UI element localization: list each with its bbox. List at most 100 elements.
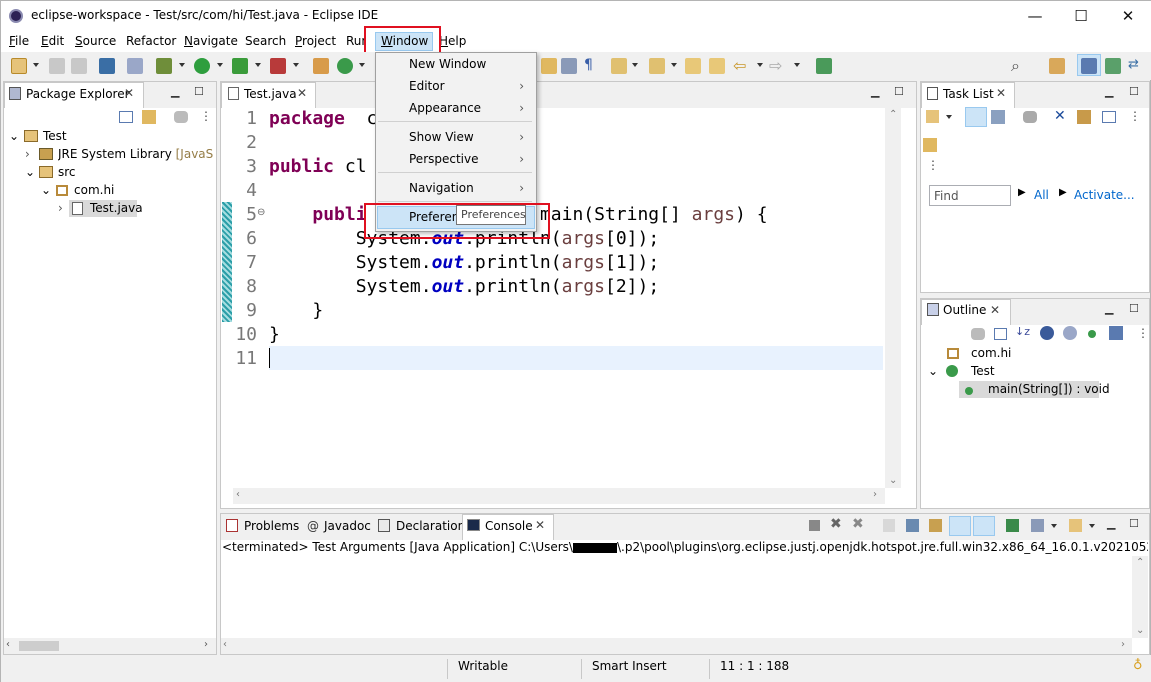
close-icon[interactable]: ✕: [990, 303, 1000, 317]
maximize-view-icon[interactable]: ☐: [1129, 85, 1139, 98]
close-icon[interactable]: ✕: [297, 86, 307, 100]
menu-refactor[interactable]: Refactor: [126, 34, 176, 48]
scroll-down-icon[interactable]: ⌄: [1136, 625, 1144, 636]
chevron-down-icon[interactable]: [33, 63, 39, 67]
tab-console[interactable]: Console: [485, 519, 533, 533]
tree-item-jre-library[interactable]: JRE System Library [JavaSE-16]: [58, 145, 214, 163]
minimize-view-icon[interactable]: ▁: [1105, 302, 1113, 315]
chevron-down-icon[interactable]: [359, 63, 365, 67]
word-wrap-icon[interactable]: [929, 519, 942, 532]
scroll-left-icon[interactable]: ‹: [236, 489, 240, 500]
menu-navigate[interactable]: Navigate: [184, 34, 238, 48]
hide-static-icon[interactable]: [1063, 326, 1077, 340]
scroll-right-icon[interactable]: ›: [873, 489, 877, 500]
status-insert-mode[interactable]: Smart Insert: [592, 659, 667, 673]
open-type-icon[interactable]: [541, 58, 557, 74]
collapse-all-icon[interactable]: [1102, 111, 1116, 123]
pin-editor-icon[interactable]: [816, 58, 832, 74]
scroll-left-icon[interactable]: ‹: [223, 639, 227, 650]
console-output[interactable]: [221, 556, 1131, 638]
outline-item-class[interactable]: Test: [971, 362, 995, 380]
git-perspective-icon[interactable]: ⇄: [1128, 57, 1139, 72]
coverage-icon[interactable]: [232, 58, 248, 74]
next-annotation-icon[interactable]: [611, 58, 627, 74]
new-icon[interactable]: [11, 58, 27, 74]
maximize-view-icon[interactable]: ☐: [194, 85, 204, 98]
last-edit-icon[interactable]: [685, 58, 701, 74]
view-menu-icon[interactable]: ⋮: [1129, 109, 1141, 123]
code-area[interactable]: 1 package c 2 3 public cl 4 5 publi main(Strin…: [223, 106, 885, 486]
scroll-right-icon[interactable]: ›: [1121, 639, 1125, 650]
minimize-view-icon[interactable]: ▁: [171, 85, 179, 98]
chevron-down-icon[interactable]: [794, 63, 800, 67]
find-input[interactable]: Find: [929, 185, 1011, 206]
minimize-view-icon[interactable]: ▁: [871, 85, 879, 98]
chevron-down-icon[interactable]: [1051, 524, 1057, 528]
tree-item-src[interactable]: src: [58, 163, 76, 181]
menu-help[interactable]: Help: [439, 34, 466, 48]
debug-perspective-icon[interactable]: [1105, 58, 1121, 74]
view-menu-icon[interactable]: ⋮: [927, 158, 939, 172]
tab-problems[interactable]: Problems: [244, 519, 299, 533]
scheduled-icon[interactable]: [991, 110, 1005, 124]
open-task-icon[interactable]: [561, 58, 577, 74]
tab-javadoc[interactable]: Javadoc: [324, 519, 371, 533]
minimize-button[interactable]: —: [1012, 1, 1058, 31]
display-console-icon[interactable]: [1031, 519, 1044, 532]
focus-icon[interactable]: [971, 328, 985, 340]
chevron-down-icon[interactable]: [293, 63, 299, 67]
maximize-view-icon[interactable]: ☐: [1129, 517, 1139, 530]
open-perspective-icon[interactable]: [1049, 58, 1065, 74]
pin-console-icon[interactable]: [1006, 519, 1019, 532]
menu-item-new-window[interactable]: New Window: [376, 53, 536, 75]
menu-source[interactable]: Source: [75, 34, 116, 48]
minimize-view-icon[interactable]: ▁: [1107, 517, 1115, 530]
terminate-icon[interactable]: [809, 520, 820, 531]
activate-link[interactable]: Activate...: [1074, 188, 1135, 202]
chevron-down-icon[interactable]: [217, 63, 223, 67]
tree-item-com-hi[interactable]: com.hi: [74, 181, 114, 199]
remove-launch-icon[interactable]: ✖: [830, 516, 842, 532]
outline-item-method[interactable]: main(String[]) : void: [988, 380, 1110, 398]
maximize-view-icon[interactable]: ☐: [1129, 302, 1139, 315]
menu-item-editor[interactable]: Editor ›: [376, 75, 536, 97]
chevron-down-icon[interactable]: [671, 63, 677, 67]
chevron-down-icon[interactable]: ⌄: [41, 181, 51, 199]
tree-item-test-java[interactable]: Test.java: [90, 199, 143, 217]
clear-console-icon[interactable]: [883, 519, 895, 532]
save-icon[interactable]: [49, 58, 65, 74]
chevron-right-icon[interactable]: ›: [25, 145, 30, 163]
terminal-icon[interactable]: [99, 58, 115, 74]
forward-edit-icon[interactable]: [709, 58, 725, 74]
scroll-lock-icon[interactable]: [906, 519, 919, 532]
all-link[interactable]: All: [1034, 188, 1049, 202]
view-menu-icon[interactable]: ⋮: [200, 109, 212, 123]
search-icon[interactable]: ⌕: [1011, 56, 1020, 76]
chevron-down-icon[interactable]: ⌄: [928, 362, 938, 380]
tree-item-project[interactable]: Test: [43, 127, 67, 145]
scroll-left-icon[interactable]: ‹: [6, 639, 10, 650]
view-menu-icon[interactable]: ⋮: [1137, 326, 1149, 340]
back-arrow-icon[interactable]: ⇦: [733, 56, 746, 75]
focus-icon[interactable]: [1023, 111, 1037, 123]
menu-item-navigation[interactable]: Navigation ›: [376, 177, 536, 199]
remove-all-icon[interactable]: ✖: [852, 516, 864, 532]
chevron-down-icon[interactable]: ⌄: [25, 163, 35, 181]
menu-item-show-view[interactable]: Show View ›: [376, 126, 536, 148]
save-all-icon[interactable]: [71, 58, 87, 74]
close-icon[interactable]: ✕: [535, 518, 545, 532]
collapse-tasks-icon[interactable]: [1077, 110, 1091, 124]
tab-declaration[interactable]: Declaration: [396, 519, 465, 533]
chevron-down-icon[interactable]: [255, 63, 261, 67]
show-stderr-button[interactable]: [973, 516, 995, 536]
external-tools-icon[interactable]: [270, 58, 286, 74]
chevron-down-icon[interactable]: [632, 63, 638, 67]
previous-annotation-icon[interactable]: [649, 58, 665, 74]
run-icon[interactable]: [194, 58, 210, 74]
chevron-down-icon[interactable]: [179, 63, 185, 67]
pilcrow-icon[interactable]: ¶: [584, 57, 593, 73]
show-stdout-button[interactable]: [949, 516, 971, 536]
menu-file[interactable]: File: [9, 34, 29, 48]
close-button[interactable]: ✕: [1105, 1, 1151, 31]
new-package-icon[interactable]: [313, 58, 329, 74]
